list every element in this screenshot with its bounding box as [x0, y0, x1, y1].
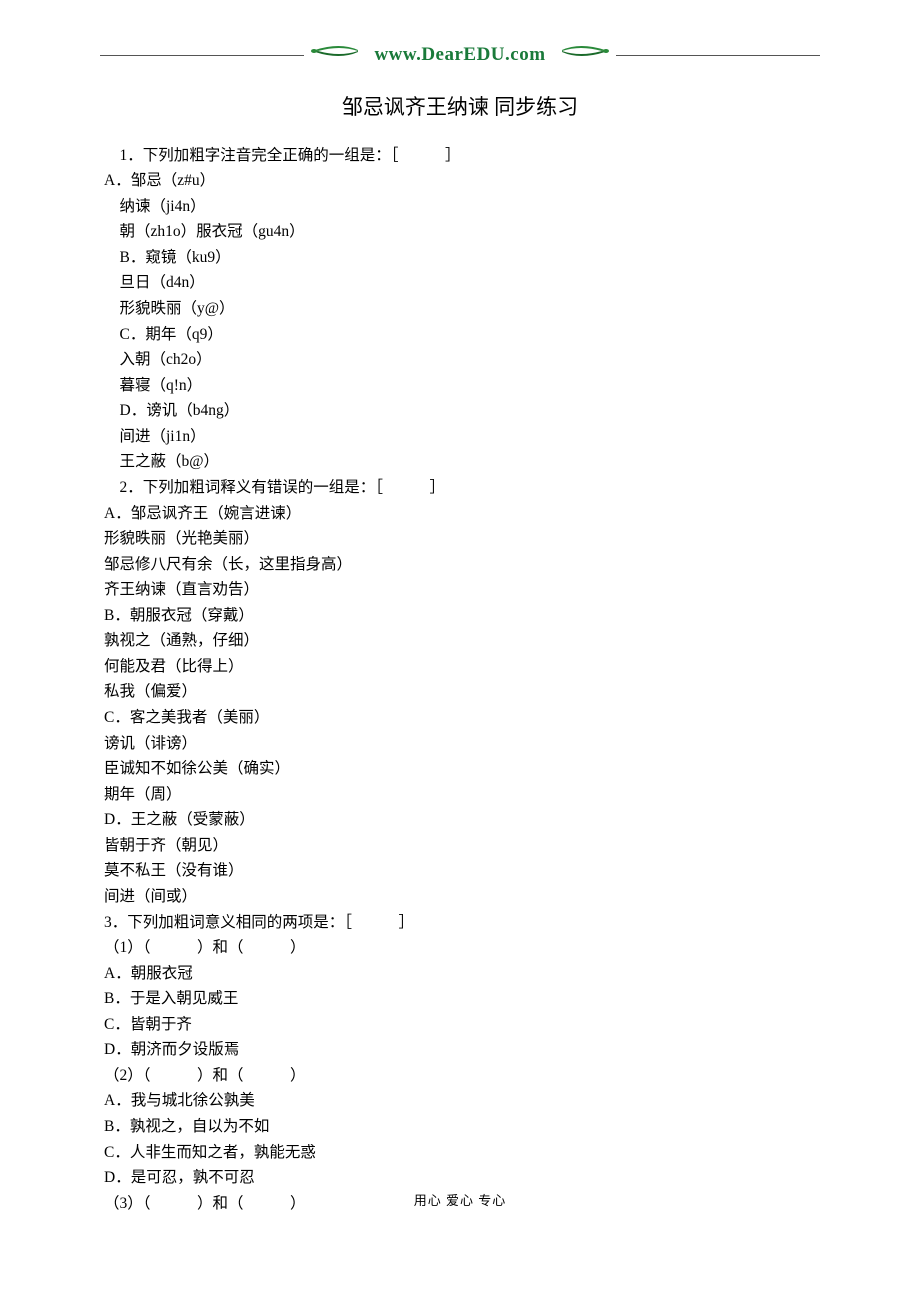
q2-opt: 私我（偏爱） — [104, 679, 820, 705]
q2-opt: 邹忌修八尺有余（长，这里指身高） — [104, 552, 820, 578]
q3-sub1-opt: A．朝服衣冠 — [104, 961, 820, 987]
q2-opt: 形貌昳丽（光艳美丽） — [104, 526, 820, 552]
q1-opt: 入朝（ch2o） — [104, 347, 820, 373]
q1-opt: 暮寝（q!n） — [104, 373, 820, 399]
document-content: 1．下列加粗字注音完全正确的一组是：［ ］ A．邹忌（z#u） 纳谏（ji4n）… — [100, 143, 820, 1217]
q3-prompt: 3．下列加粗词意义相同的两项是：［ ］ — [104, 910, 820, 936]
q2-opt: 谤讥（诽谤） — [104, 731, 820, 757]
q2-opt: 期年（周） — [104, 782, 820, 808]
q3-sub1-opt: B．于是入朝见威王 — [104, 986, 820, 1012]
q3-sub2-opt: A．我与城北徐公孰美 — [104, 1088, 820, 1114]
q2-opt: B．朝服衣冠（穿戴） — [104, 603, 820, 629]
q3-sub1-head: （1）（ ）和（ ） — [104, 935, 820, 961]
q3-sub2-opt: B．孰视之，自以为不如 — [104, 1114, 820, 1140]
q2-opt: 何能及君（比得上） — [104, 654, 820, 680]
q2-opt: D．王之蔽（受蒙蔽） — [104, 807, 820, 833]
url-mid: DearEDU — [421, 44, 505, 65]
q1-opt: 间进（ji1n） — [104, 424, 820, 450]
page-footer: 用心 爱心 专心 — [0, 1190, 920, 1211]
header-decoration: www.DearEDU.com — [100, 40, 820, 70]
q1-opt: B．窥镜（ku9） — [104, 245, 820, 271]
q1-opt: 朝（zh1o）服衣冠（gu4n） — [104, 219, 820, 245]
url-suffix: .com — [505, 44, 546, 65]
q2-opt: 皆朝于齐（朝见） — [104, 833, 820, 859]
q3-sub2-head: （2）（ ）和（ ） — [104, 1063, 820, 1089]
q2-opt: 齐王纳谏（直言劝告） — [104, 577, 820, 603]
q1-opt: A．邹忌（z#u） — [104, 168, 820, 194]
document-page: www.DearEDU.com 邹忌讽齐王纳谏 同步练习 1．下列加粗字注音完全… — [0, 0, 920, 1246]
q2-opt: A．邹忌讽齐王（婉言进谏） — [104, 501, 820, 527]
q3-sub2-opt: D．是可忍，孰不可忍 — [104, 1165, 820, 1191]
q1-prompt: 1．下列加粗字注音完全正确的一组是：［ ］ — [104, 143, 820, 169]
q1-opt: D．谤讥（b4ng） — [104, 398, 820, 424]
q1-opt: 王之蔽（b@） — [104, 449, 820, 475]
q3-sub1-opt: C．皆朝于齐 — [104, 1012, 820, 1038]
q2-opt: 孰视之（通熟，仔细） — [104, 628, 820, 654]
leaf-icon-left — [310, 42, 360, 69]
q2-opt: 间进（间或） — [104, 884, 820, 910]
header-line-right — [616, 55, 820, 56]
leaf-icon-right — [560, 42, 610, 69]
header-line-left — [100, 55, 304, 56]
q2-opt: 莫不私王（没有谁） — [104, 858, 820, 884]
q2-opt: 臣诚知不如徐公美（确实） — [104, 756, 820, 782]
q3-sub2-opt: C．人非生而知之者，孰能无惑 — [104, 1140, 820, 1166]
url-prefix: www. — [374, 44, 421, 65]
header-url: www.DearEDU.com — [366, 39, 553, 70]
q1-opt: C．期年（q9） — [104, 322, 820, 348]
q2-prompt: 2．下列加粗词释义有错误的一组是：［ ］ — [104, 475, 820, 501]
q1-opt: 形貌昳丽（y@） — [104, 296, 820, 322]
q1-opt: 纳谏（ji4n） — [104, 194, 820, 220]
q1-opt: 旦日（d4n） — [104, 270, 820, 296]
page-title: 邹忌讽齐王纳谏 同步练习 — [100, 90, 820, 125]
q3-sub1-opt: D．朝济而夕设版焉 — [104, 1037, 820, 1063]
q2-opt: C．客之美我者（美丽） — [104, 705, 820, 731]
